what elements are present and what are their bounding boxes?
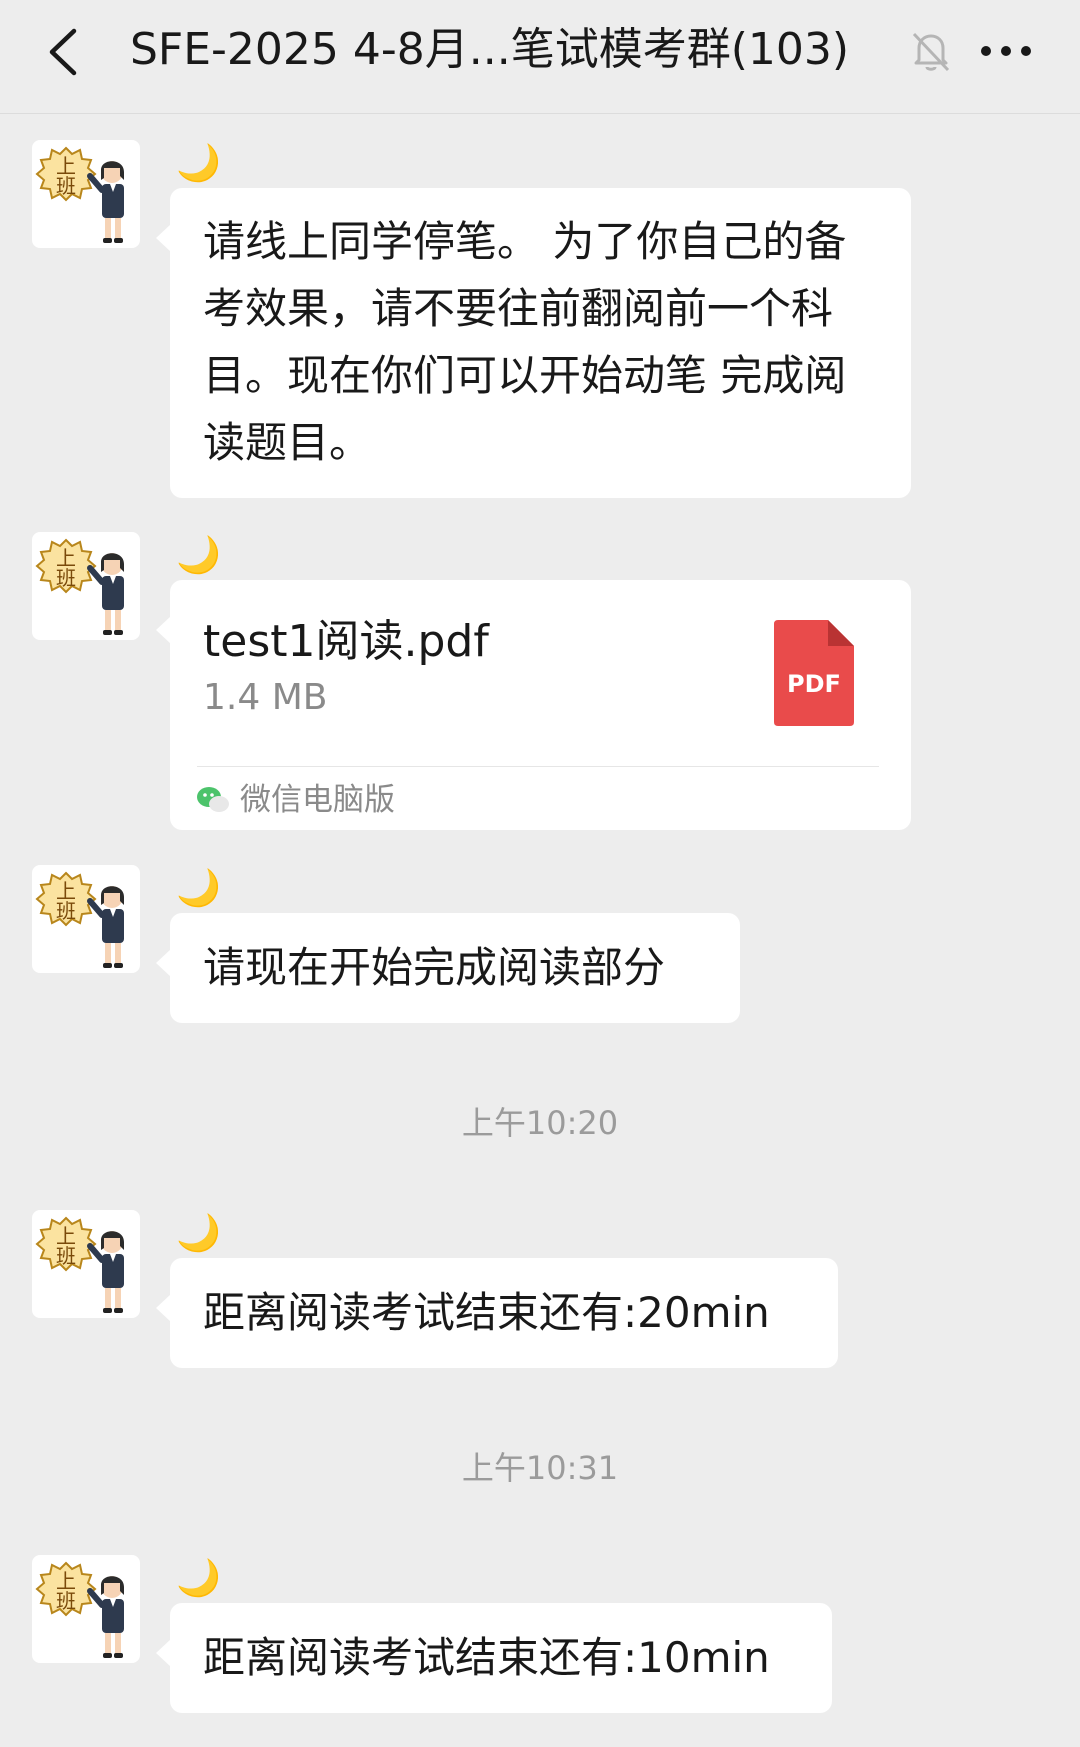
timestamp: 上午10:31 xyxy=(461,1449,619,1487)
message-text: 距离阅读考试结束还有:20min xyxy=(203,1288,770,1337)
sender-nickname: 🌙 xyxy=(176,535,221,576)
office-lady-avatar-icon: 上 班 xyxy=(35,1561,124,1658)
mute-bell-icon xyxy=(912,32,950,72)
more-dots-icon xyxy=(981,46,1031,56)
sender-nickname: 🌙 xyxy=(176,868,221,909)
avatar[interactable]: 上 班 xyxy=(32,140,140,248)
message-text: 请线上同学停笔。 为了你自己的备考效果，请不要往前翻阅前一个科目。现在你们可以开… xyxy=(203,217,847,467)
more-options-button[interactable] xyxy=(976,26,1036,76)
office-lady-avatar-icon: 上 班 xyxy=(35,146,124,243)
file-source-label: 微信电脑版 xyxy=(240,782,395,818)
message-bubble[interactable]: 距离阅读考试结束还有:20min xyxy=(156,1258,838,1368)
svg-text:班: 班 xyxy=(56,899,76,923)
svg-text:班: 班 xyxy=(56,174,76,198)
back-button[interactable] xyxy=(38,22,88,82)
avatar[interactable]: 上 班 xyxy=(32,532,140,640)
message-text: 请现在开始完成阅读部分 xyxy=(203,943,666,992)
svg-text:班: 班 xyxy=(56,1589,76,1613)
chat-title: SFE-2025 4-8月...笔试模考群(103) xyxy=(130,24,850,75)
avatar[interactable]: 上 班 xyxy=(32,1210,140,1318)
svg-text:班: 班 xyxy=(56,566,76,590)
sender-nickname: 🌙 xyxy=(176,1558,221,1599)
svg-text:PDF: PDF xyxy=(787,670,841,698)
office-lady-avatar-icon: 上 班 xyxy=(35,538,124,635)
sender-nickname: 🌙 xyxy=(176,1213,221,1254)
office-lady-avatar-icon: 上 班 xyxy=(35,1216,124,1313)
divider xyxy=(197,766,879,767)
file-name: test1阅读.pdf xyxy=(203,616,489,667)
message-text: 距离阅读考试结束还有:10min xyxy=(203,1633,770,1682)
wechat-icon xyxy=(197,787,229,812)
avatar[interactable]: 上 班 xyxy=(32,865,140,973)
message-bubble[interactable]: 请线上同学停笔。 为了你自己的备考效果，请不要往前翻阅前一个科目。现在你们可以开… xyxy=(156,188,911,498)
file-message-card[interactable]: test1阅读.pdf 1.4 MB PDF 微信电脑版 xyxy=(156,580,911,830)
svg-text:班: 班 xyxy=(56,1244,76,1268)
message-bubble[interactable]: 请现在开始完成阅读部分 xyxy=(156,913,740,1023)
chevron-left-icon xyxy=(49,28,77,76)
timestamp: 上午10:20 xyxy=(461,1104,619,1142)
chat-header: SFE-2025 4-8月...笔试模考群(103) xyxy=(0,0,1080,114)
avatar[interactable]: 上 班 xyxy=(32,1555,140,1663)
sender-nickname: 🌙 xyxy=(176,143,221,184)
file-size: 1.4 MB xyxy=(203,677,328,718)
office-lady-avatar-icon: 上 班 xyxy=(35,871,124,968)
pdf-file-icon: PDF xyxy=(774,620,854,726)
message-bubble[interactable]: 距离阅读考试结束还有:10min xyxy=(156,1603,832,1713)
